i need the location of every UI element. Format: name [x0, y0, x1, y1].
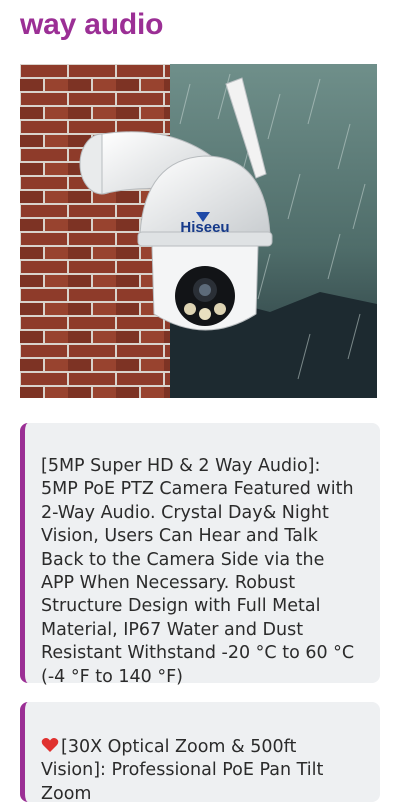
feature-text: [5MP Super HD & 2 Way Audio]: 5MP PoE PT…	[41, 456, 355, 687]
ptz-camera-photo: Hiseeu	[20, 64, 377, 398]
feature-card: [30X Optical Zoom & 500ft Vision]: Profe…	[20, 702, 380, 804]
product-image: Hiseeu	[20, 64, 377, 398]
brand-logo: Hiseeu	[180, 219, 229, 236]
feature-card: [5MP Super HD & 2 Way Audio]: 5MP PoE PT…	[20, 423, 380, 687]
section-heading: way audio	[20, 8, 164, 41]
heart-icon	[41, 738, 59, 752]
feature-text: [30X Optical Zoom & 500ft Vision]: Profe…	[41, 737, 324, 804]
